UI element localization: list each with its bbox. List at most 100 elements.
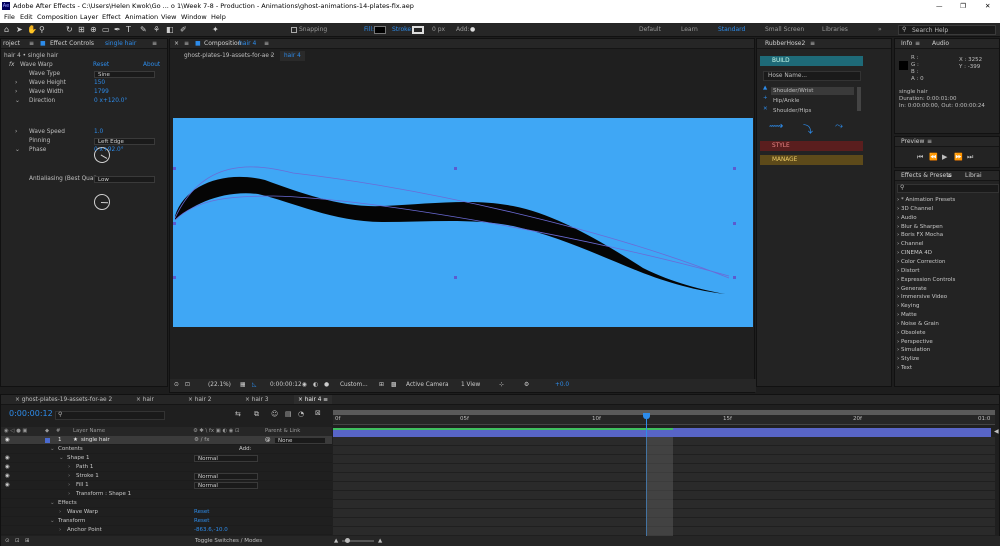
blend-mode-dropdown[interactable]: Normal (194, 455, 258, 462)
draft-3d-icon[interactable]: ⧉ (254, 410, 259, 419)
twirl-icon[interactable]: › (68, 490, 70, 499)
property-row[interactable]: ◉ › Stroke 1 Normal (1, 472, 332, 481)
timeline-tab[interactable]: × hair 2 (184, 395, 215, 404)
effects-category-item[interactable]: › Audio (897, 214, 917, 222)
effects-category-item[interactable]: › Perspective (897, 338, 933, 346)
property-row[interactable]: ⌄ Effects (1, 499, 332, 508)
audio-tab[interactable]: Audio (932, 39, 949, 48)
effects-category-item[interactable]: › Distort (897, 267, 920, 275)
menu-effect[interactable]: Effect (102, 12, 121, 23)
play-icon[interactable]: ▶ (942, 153, 947, 161)
property-row[interactable]: › Transform : Shape 1 (1, 490, 332, 499)
lock-icon[interactable]: ■ (195, 39, 201, 48)
menu-window[interactable]: Window (181, 12, 207, 23)
expand-icon[interactable]: ⌄ (15, 97, 20, 106)
parent-column[interactable]: Parent & Link (265, 427, 300, 436)
composition-menu-icon[interactable]: ≡ (264, 39, 269, 48)
menu-composition[interactable]: Composition (37, 12, 78, 23)
pan-behind-icon[interactable]: ⊕ (90, 25, 97, 35)
list-up-icon[interactable]: ▲ (763, 85, 767, 91)
list-remove-icon[interactable]: ✕ (763, 106, 768, 112)
expand-icon[interactable]: › (15, 88, 17, 97)
first-frame-icon[interactable]: ⏮ (917, 153, 923, 162)
twirl-icon[interactable]: › (68, 472, 70, 481)
add-icon[interactable]: ● (470, 26, 475, 33)
twirl-icon[interactable]: ⌄ (50, 517, 55, 526)
last-frame-icon[interactable]: ⏭ (967, 153, 973, 162)
list-item[interactable]: Shoulder/Wrist (771, 87, 854, 95)
time-ruler[interactable]: 0f 05f 10f 15f 20f 01:0 (333, 415, 995, 425)
comp-mini-flowchart-icon[interactable]: ⇆ (235, 410, 241, 418)
selection-tool-icon[interactable]: ➤ (16, 25, 23, 35)
breadcrumb-current[interactable]: hair 4 (280, 51, 305, 61)
graph-editor-icon[interactable]: ⊠ (315, 409, 321, 417)
effect-controls-menu-icon[interactable]: ≡ (152, 39, 157, 48)
next-frame-icon[interactable]: ⏩ (954, 153, 963, 161)
close-tab-icon[interactable]: × (298, 397, 305, 403)
resolution-dropdown[interactable]: Custom... (340, 379, 368, 392)
effects-category-item[interactable]: › Blur & Sharpen (897, 223, 943, 231)
info-tab[interactable]: Info (901, 39, 912, 48)
effects-category-item[interactable]: › 3D Channel (897, 205, 933, 213)
expand-icon[interactable]: › (15, 79, 17, 88)
shy-icon[interactable]: ☺ (271, 410, 278, 418)
property-value[interactable]: Reset (194, 517, 209, 526)
fill-swatch[interactable] (374, 26, 386, 34)
layer-name[interactable]: single hair (81, 436, 110, 445)
property-value[interactable]: -863.6,-10.0 (194, 526, 228, 535)
property-row[interactable]: ⌄ Contents Add: (1, 445, 332, 454)
views-dropdown[interactable]: 1 View (461, 379, 480, 392)
maximize-button[interactable]: ❐ (960, 0, 966, 12)
twirl-icon[interactable]: › (68, 463, 70, 472)
effects-category-item[interactable]: › Noise & Grain (897, 320, 939, 328)
leg-rig-icon[interactable]: ⤵ (803, 121, 813, 136)
effects-search-field[interactable]: ⚲ (897, 184, 999, 193)
breadcrumb-parent[interactable]: ghost-plates-19-assets-for-ae 2 (184, 51, 274, 61)
rotate-tool-icon[interactable]: ↻ (66, 25, 73, 35)
visibility-icon[interactable]: ◉ (5, 454, 10, 463)
grid-icon[interactable]: ▦ (240, 379, 245, 392)
twirl-icon[interactable]: ⌄ (50, 445, 55, 454)
menu-layer[interactable]: Layer (80, 12, 98, 23)
layer-label-color[interactable] (45, 438, 50, 443)
expand-icon[interactable]: › (15, 128, 17, 137)
timeline-timecode[interactable]: 0:00:00:12 (9, 409, 53, 418)
render-icon[interactable]: ⊹ (499, 379, 504, 392)
wave-height-value[interactable]: 150 (94, 79, 105, 88)
menu-help[interactable]: Help (211, 12, 226, 23)
toggle-switches-modes[interactable]: Toggle Switches / Modes (195, 536, 262, 546)
exposure-value[interactable]: +0.0 (555, 379, 569, 392)
menu-animation[interactable]: Animation (125, 12, 158, 23)
effects-category-item[interactable]: › Text (897, 364, 912, 372)
wave-speed-value[interactable]: 1.0 (94, 128, 103, 137)
effects-category-item[interactable]: › Simulation (897, 346, 930, 354)
list-item[interactable]: Shoulder/Hips (771, 107, 811, 115)
type-tool-icon[interactable]: T (126, 25, 131, 35)
twirl-icon[interactable]: › (68, 481, 70, 490)
close-tab-icon[interactable]: × (188, 397, 195, 403)
playhead-handle[interactable] (643, 413, 650, 419)
brush-tool-icon[interactable]: ✎ (140, 25, 147, 35)
end-marker-icon[interactable]: ◀ (994, 428, 999, 435)
stroke-width[interactable]: 0 px (432, 26, 445, 33)
project-tab[interactable]: roject (3, 39, 20, 48)
phase-value[interactable]: 0 x+92.0° (94, 146, 124, 155)
panel-menu-icon[interactable]: ≡ (947, 171, 952, 180)
arm-rig-icon[interactable]: ⟿ (769, 121, 783, 132)
motion-blur-icon[interactable]: ◔ (298, 410, 304, 418)
parent-dropdown[interactable]: None (274, 437, 326, 444)
panel-menu-icon[interactable]: ≡ (915, 39, 920, 48)
parent-pickwhip-icon[interactable]: @ (265, 436, 271, 445)
eraser-tool-icon[interactable]: ◧ (166, 25, 174, 35)
effects-presets-tab[interactable]: Effects & Presets (901, 171, 952, 180)
visibility-icon[interactable]: ◉ (5, 463, 10, 472)
effects-category-item[interactable]: › Channel (897, 240, 924, 248)
zoom-out-icon[interactable]: ▲ (334, 536, 338, 546)
panel-menu-icon[interactable]: ≡ (321, 397, 328, 403)
expand-icon[interactable]: ⌄ (15, 146, 20, 155)
zoom-in-icon[interactable]: ▲ (378, 536, 382, 546)
comp-canvas[interactable] (173, 118, 753, 327)
hand-tool-icon[interactable]: ✋ (27, 25, 37, 35)
shape-tool-icon[interactable]: ▭ (102, 25, 110, 35)
wave-width-value[interactable]: 1799 (94, 88, 109, 97)
